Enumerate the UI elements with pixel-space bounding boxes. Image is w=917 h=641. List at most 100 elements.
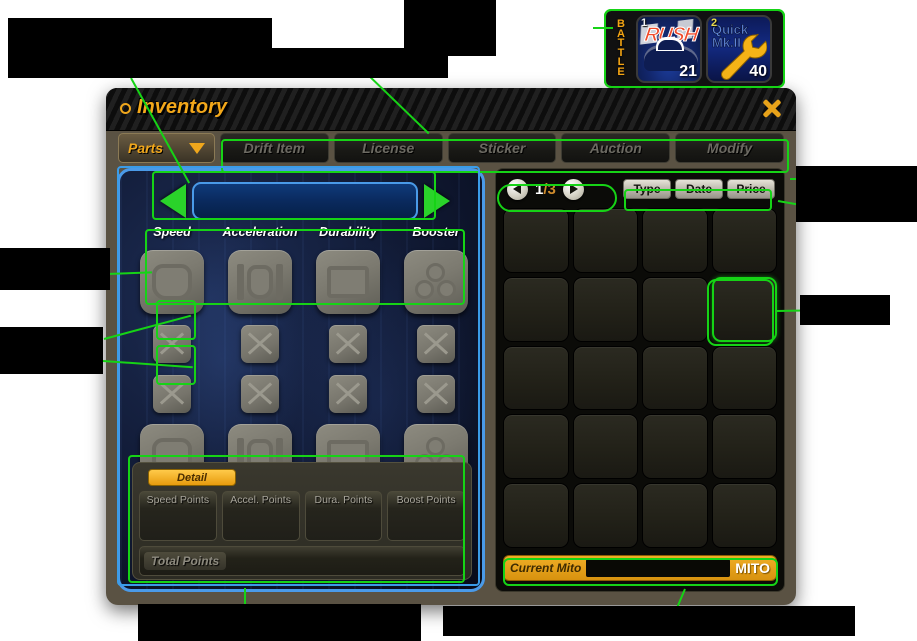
durability-slot-icon [327, 266, 369, 298]
equipment-slot-grid [128, 245, 480, 488]
battle-letter: E [617, 65, 625, 78]
tab-bar: Parts Drift Item License Sticker Auction… [118, 133, 784, 165]
inventory-slot-7[interactable] [642, 276, 708, 342]
hud-card-title-line1: Quick [712, 21, 749, 37]
inventory-slot-9[interactable] [503, 345, 569, 411]
locked-slot-acceleration-2[interactable] [241, 325, 279, 363]
total-points-label: Total Points [144, 552, 227, 570]
tab-label: Auction [589, 140, 642, 156]
slot-cell [392, 369, 480, 419]
locked-slot-booster-2[interactable] [417, 325, 455, 363]
detail-tab-label: Detail [148, 469, 236, 486]
stat-boost-points: Boost Points [387, 491, 465, 541]
inventory-slot-12[interactable] [711, 345, 777, 411]
inventory-slot-3[interactable] [642, 208, 708, 273]
annotation-leader [593, 27, 613, 29]
inventory-slot-17[interactable] [503, 483, 569, 548]
annotation-callout [0, 327, 103, 374]
inventory-slot-8[interactable] [711, 276, 777, 342]
prev-page-button[interactable] [507, 178, 528, 200]
inventory-slot-20[interactable] [711, 483, 777, 548]
slot-cell [392, 245, 480, 319]
inventory-slot-4[interactable] [711, 208, 777, 273]
close-icon[interactable] [759, 95, 785, 121]
stat-label: Boost Points [396, 494, 456, 506]
locked-slot-speed-3[interactable] [153, 375, 191, 413]
inventory-slot-13[interactable] [503, 414, 569, 480]
tab-auction[interactable]: Auction [561, 133, 671, 163]
inventory-slot-14[interactable] [572, 414, 638, 480]
inventory-slot-5[interactable] [503, 276, 569, 342]
inventory-toolbar: 1/3 Type Date Price [503, 176, 777, 202]
tab-license[interactable]: License [333, 133, 443, 163]
hud-card-count: 21 [679, 62, 697, 80]
booster-slot-icon [415, 263, 457, 301]
stat-accel-points: Accel. Points [221, 491, 300, 541]
stat-row: Speed Points Accel. Points Dura. Points … [139, 491, 465, 541]
annotation-callout [443, 606, 855, 636]
hud-card-quick-mk2[interactable]: 2 Quick Mk.II 40 [706, 14, 772, 83]
stat-speed-points: Speed Points [139, 491, 217, 541]
slot-cell [392, 319, 480, 369]
selected-part-name[interactable] [192, 182, 418, 220]
stat-label: Dura. Points [314, 494, 373, 506]
window-titlebar: Inventory [106, 88, 796, 131]
annotation-callout [796, 166, 917, 222]
speed-slot-icon [152, 264, 192, 300]
tab-parts[interactable]: Parts [118, 133, 215, 163]
tab-label: Sticker [478, 140, 526, 156]
hud-card-rush[interactable]: 1 RUSH 21 [636, 14, 702, 83]
inventory-slot-10[interactable] [572, 345, 638, 411]
inventory-slot-11[interactable] [642, 345, 708, 411]
equipment-row [128, 369, 480, 419]
part-navigator [160, 179, 450, 223]
chevron-left-icon [512, 184, 521, 194]
inventory-slot-19[interactable] [642, 483, 708, 548]
locked-slot-durability-3[interactable] [329, 375, 367, 413]
equip-slot-durability-1[interactable] [316, 250, 380, 314]
stat-label: Accel. Points [230, 494, 291, 506]
inventory-slot-15[interactable] [642, 414, 708, 480]
inventory-slot-16[interactable] [711, 414, 777, 480]
next-part-button[interactable] [424, 184, 450, 218]
annotation-callout [404, 0, 496, 56]
battle-mode-label: B A T T L E [610, 14, 632, 83]
tab-drift-item[interactable]: Drift Item [220, 133, 329, 163]
sort-by-date-button[interactable]: Date [675, 179, 723, 199]
inventory-grid [503, 208, 777, 548]
inventory-slot-2[interactable] [572, 208, 638, 273]
annotation-callout [268, 62, 448, 78]
annotation-callout [0, 248, 110, 290]
locked-slot-speed-2[interactable] [153, 325, 191, 363]
battle-hud: B A T T L E 1 RUSH 21 2 Quick Mk.II 40 [604, 9, 785, 88]
slot-cell [216, 245, 304, 319]
hud-card-title: Quick Mk.II [712, 21, 749, 50]
annotation-callout [800, 295, 890, 325]
locked-slot-acceleration-3[interactable] [241, 375, 279, 413]
tab-modify[interactable]: Modify [675, 133, 784, 163]
stat-dura-points: Dura. Points [304, 491, 383, 541]
equip-slot-booster-1[interactable] [404, 250, 468, 314]
sort-by-price-button[interactable]: Price [727, 179, 775, 199]
equip-slot-acceleration-1[interactable] [228, 250, 292, 314]
pagination: 1/3 [503, 178, 588, 200]
equip-slot-speed-1[interactable] [140, 250, 204, 314]
tab-parts-label: Parts [128, 140, 164, 156]
inventory-slot-18[interactable] [572, 483, 638, 548]
acceleration-slot-icon [237, 264, 283, 300]
tab-label: Drift Item [243, 140, 306, 156]
slot-cell [216, 319, 304, 369]
next-page-button[interactable] [562, 178, 584, 200]
equipment-column-headers: Speed Acceleration Durability Booster [128, 225, 480, 243]
inventory-slot-6[interactable] [572, 276, 638, 342]
sort-by-type-button[interactable]: Type [623, 179, 671, 199]
prev-part-button[interactable] [160, 184, 186, 218]
page-total: 3 [547, 180, 556, 198]
tab-sticker[interactable]: Sticker [447, 133, 557, 163]
locked-slot-durability-2[interactable] [329, 325, 367, 363]
hud-card-title-line2: Mk.II [712, 34, 742, 50]
slot-cell [304, 369, 392, 419]
locked-slot-booster-3[interactable] [417, 375, 455, 413]
slot-cell [128, 245, 216, 319]
inventory-slot-1[interactable] [503, 208, 569, 273]
